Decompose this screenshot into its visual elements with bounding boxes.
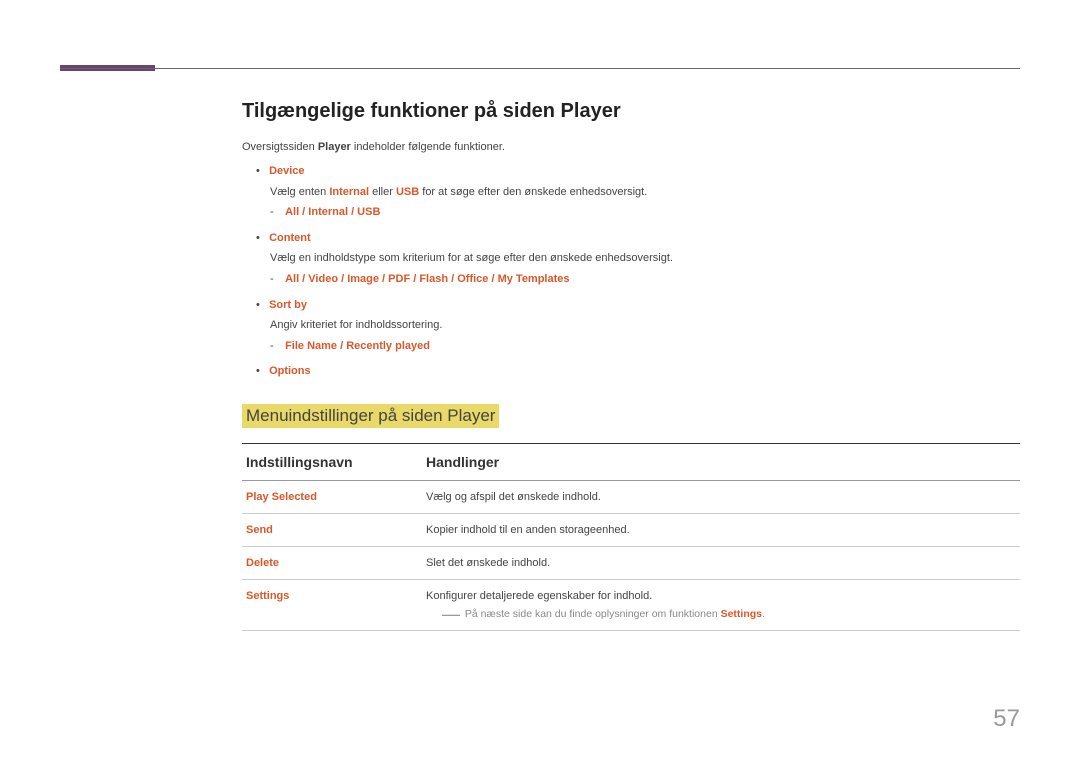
dash-icon: - — [270, 204, 282, 222]
feature-options: • Options — [256, 363, 1020, 381]
feature-label: Sort by — [269, 299, 307, 311]
note-suffix: . — [762, 608, 765, 620]
setting-name: Settings — [242, 579, 422, 630]
feature-content-desc: Vælg en indholdstype som kriterium for a… — [270, 250, 1020, 268]
section-title: Menuindstillinger på siden Player — [242, 404, 499, 428]
bullet-icon: • — [256, 230, 266, 248]
feature-content: • Content — [256, 230, 1020, 248]
setting-action: Konfigurer detaljerede egenskaber for in… — [426, 590, 652, 602]
long-dash-icon: ― — [442, 604, 460, 624]
setting-name: Delete — [242, 546, 422, 579]
intro-text: Oversigtssiden Player indeholder følgend… — [242, 141, 1020, 153]
feature-label: Device — [269, 165, 304, 177]
feature-device-desc: Vælg enten Internal eller USB for at søg… — [270, 184, 1020, 202]
feature-sortby-desc: Angiv kriteriet for indholdssortering. — [270, 317, 1020, 335]
feature-device: • Device — [256, 163, 1020, 181]
col-setting-name: Indstillingsnavn — [242, 443, 422, 480]
setting-action: Kopier indhold til en anden storageenhed… — [422, 513, 1020, 546]
setting-name: Play Selected — [242, 480, 422, 513]
feature-list: • Device Vælg enten Internal eller USB f… — [242, 163, 1020, 381]
setting-action: Slet det ønskede indhold. — [422, 546, 1020, 579]
table-row: Delete Slet det ønskede indhold. — [242, 546, 1020, 579]
page-title: Tilgængelige funktioner på siden Player — [242, 100, 1020, 123]
header-divider — [60, 68, 1020, 69]
setting-name: Send — [242, 513, 422, 546]
bullet-icon: • — [256, 363, 266, 381]
feature-sortby-sub: - File Name / Recently played — [270, 338, 1020, 356]
table-row: Play Selected Vælg og afspil det ønskede… — [242, 480, 1020, 513]
bullet-icon: • — [256, 297, 266, 315]
table-row: Settings Konfigurer detaljerede egenskab… — [242, 579, 1020, 630]
settings-note: ― På næste side kan du finde oplysninger… — [442, 602, 1016, 620]
feature-sub-value: File Name / Recently played — [285, 340, 430, 352]
bullet-icon: • — [256, 163, 266, 181]
main-content: Tilgængelige funktioner på siden Player … — [242, 100, 1020, 631]
setting-action-cell: Konfigurer detaljerede egenskaber for in… — [422, 579, 1020, 630]
feature-sortby: • Sort by — [256, 297, 1020, 315]
col-actions: Handlinger — [422, 443, 1020, 480]
note-prefix: På næste side kan du finde oplysninger o… — [465, 608, 721, 620]
page-number: 57 — [993, 705, 1020, 733]
feature-label: Options — [269, 365, 311, 377]
intro-suffix: indeholder følgende funktioner. — [351, 141, 505, 153]
settings-table: Indstillingsnavn Handlinger Play Selecte… — [242, 443, 1020, 631]
feature-sub-value: All / Video / Image / PDF / Flash / Offi… — [285, 273, 569, 285]
table-header: Indstillingsnavn Handlinger — [242, 443, 1020, 480]
note-bold: Settings — [721, 608, 762, 620]
dash-icon: - — [270, 338, 282, 356]
dash-icon: - — [270, 271, 282, 289]
feature-label: Content — [269, 232, 311, 244]
intro-bold: Player — [318, 141, 351, 153]
feature-sub-value: All / Internal / USB — [285, 206, 380, 218]
table-row: Send Kopier indhold til en anden storage… — [242, 513, 1020, 546]
setting-action: Vælg og afspil det ønskede indhold. — [422, 480, 1020, 513]
feature-device-sub: - All / Internal / USB — [270, 204, 1020, 222]
feature-content-sub: - All / Video / Image / PDF / Flash / Of… — [270, 271, 1020, 289]
intro-prefix: Oversigtssiden — [242, 141, 318, 153]
